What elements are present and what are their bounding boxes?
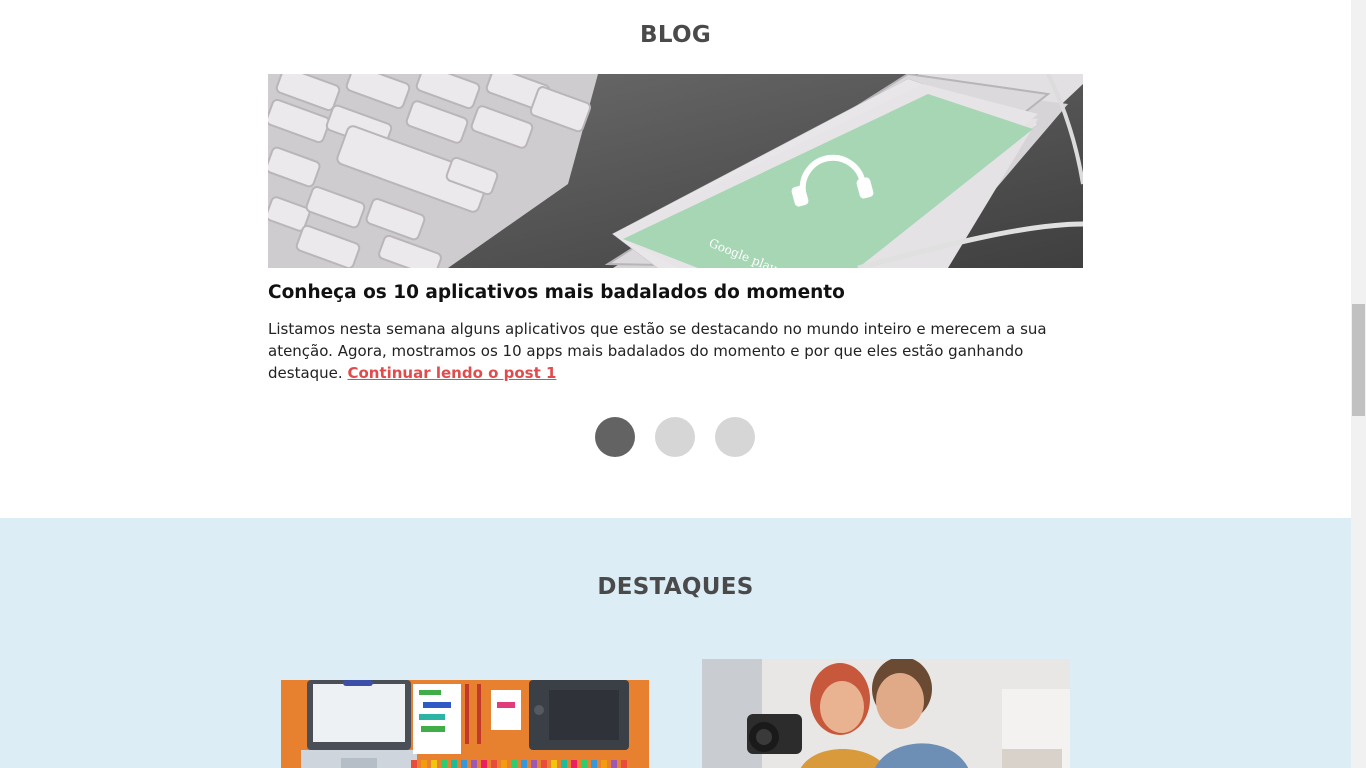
continue-reading-link[interactable]: Continuar lendo o post 1 bbox=[347, 364, 556, 382]
blog-post-image[interactable]: Google play bbox=[268, 74, 1083, 268]
carousel-dot-3[interactable] bbox=[715, 417, 755, 457]
highlights-heading: DESTAQUES bbox=[597, 574, 754, 600]
photographers-photo bbox=[702, 659, 1070, 768]
highlight-card-image-2[interactable] bbox=[702, 659, 1070, 768]
post-excerpt: Listamos nesta semana alguns aplicativos… bbox=[268, 318, 1068, 384]
design-tools-illustration bbox=[281, 680, 649, 768]
post-title[interactable]: Conheça os 10 aplicativos mais badalados… bbox=[268, 282, 845, 303]
highlight-card-image-1[interactable] bbox=[281, 680, 649, 768]
page: BLOG Google play Conheça os 10 aplicativ… bbox=[0, 0, 1351, 768]
blog-heading: BLOG bbox=[640, 22, 711, 48]
carousel-dot-1[interactable] bbox=[595, 417, 635, 457]
highlights-section: DESTAQUES bbox=[0, 518, 1351, 768]
keyboard-phone-illustration: Google play bbox=[268, 74, 1083, 268]
blog-section: BLOG Google play Conheça os 10 aplicativ… bbox=[0, 0, 1351, 518]
scrollbar-thumb[interactable] bbox=[1352, 304, 1365, 416]
carousel-dot-2[interactable] bbox=[655, 417, 695, 457]
carousel-dots bbox=[595, 417, 755, 457]
vertical-scrollbar[interactable] bbox=[1351, 0, 1366, 768]
